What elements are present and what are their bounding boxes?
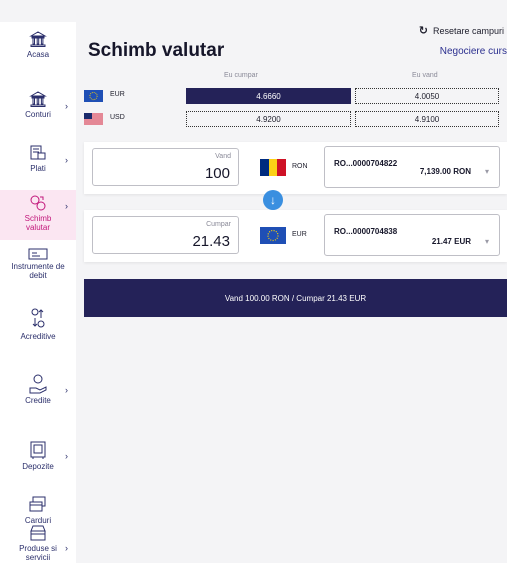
currency-code: USD bbox=[110, 114, 125, 121]
sell-rate-usd[interactable]: 4.9100 bbox=[355, 111, 499, 127]
buy-amount-input[interactable]: Cumpar 21.43 bbox=[92, 216, 239, 254]
sell-card: Vand 100 RON RO...0000704822 7,139.00 RO… bbox=[84, 142, 507, 194]
sidebar-item-credite[interactable]: Credite › bbox=[0, 374, 76, 414]
sidebar: Acasa Conturi › Plati › Schimb valutar ›… bbox=[0, 22, 76, 563]
sidebar-item-label: Produse si servicii bbox=[19, 544, 57, 562]
buy-amount-value: 21.43 bbox=[192, 233, 230, 250]
chevron-right-icon: › bbox=[65, 385, 68, 395]
swap-direction-button[interactable]: ↓ bbox=[263, 190, 283, 210]
rate-row-eur: EUR 4.6660 4.0050 bbox=[84, 88, 507, 104]
rate-row-usd: USD 4.9200 4.9100 bbox=[84, 111, 507, 127]
buy-card: Cumpar 21.43 EUR RO...0000704838 21.47 E… bbox=[84, 210, 507, 262]
sell-amount-value: 100 bbox=[204, 165, 230, 182]
sidebar-item-produse-servicii[interactable]: Produse si servicii › bbox=[0, 524, 76, 563]
buy-account-balance: 21.47 EUR bbox=[431, 237, 471, 246]
sidebar-item-label: Acreditive bbox=[20, 332, 56, 341]
sidebar-item-plati[interactable]: Plati › bbox=[0, 144, 76, 180]
sidebar-item-label: Plati bbox=[30, 164, 46, 173]
buy-rate-eur[interactable]: 4.6660 bbox=[186, 88, 351, 104]
sidebar-item-depozite[interactable]: Depozite › bbox=[0, 440, 76, 480]
letter-of-credit-icon bbox=[31, 308, 45, 328]
chevron-right-icon: › bbox=[65, 155, 68, 165]
products-icon bbox=[30, 525, 46, 541]
sidebar-item-acasa[interactable]: Acasa bbox=[0, 30, 76, 74]
sell-rate-eur[interactable]: 4.0050 bbox=[355, 88, 499, 104]
sell-rate-header: Eu vand bbox=[412, 72, 438, 79]
buy-amount-label: Cumpar bbox=[206, 221, 231, 228]
chevron-right-icon: › bbox=[65, 543, 68, 553]
chevron-down-icon: ▾ bbox=[484, 237, 489, 246]
sidebar-item-label: Acasa bbox=[26, 50, 50, 59]
sidebar-item-label: Schimb valutar bbox=[24, 214, 52, 232]
sell-account-balance: 7,139.00 RON bbox=[419, 167, 471, 176]
arrow-down-icon: ↓ bbox=[270, 193, 276, 207]
reset-label: Resetare campuri bbox=[432, 25, 504, 36]
sidebar-item-label: Credite bbox=[25, 396, 51, 405]
currency-code: EUR bbox=[110, 91, 125, 98]
credit-icon bbox=[29, 374, 47, 394]
confirm-exchange-button[interactable]: Vand 100.00 RON / Cumpar 21.43 EUR bbox=[84, 279, 507, 317]
chevron-down-icon: ▾ bbox=[484, 167, 489, 176]
payment-icon bbox=[30, 145, 46, 160]
ro-flag-icon bbox=[260, 159, 286, 176]
deposit-icon bbox=[30, 441, 46, 459]
sidebar-item-acreditive[interactable]: Acreditive bbox=[0, 308, 76, 348]
page-title: Schimb valutar bbox=[88, 40, 225, 61]
us-flag-icon bbox=[84, 113, 103, 125]
sidebar-item-label: Conturi bbox=[25, 110, 51, 119]
sell-currency: RON bbox=[292, 163, 308, 170]
chevron-right-icon: › bbox=[65, 451, 68, 461]
debit-instrument-icon bbox=[28, 248, 48, 260]
sell-amount-input[interactable]: Vand 100 bbox=[92, 148, 239, 186]
sell-account-number: RO...0000704822 bbox=[334, 159, 398, 168]
negotiate-rate-link[interactable]: Negociere curs bbox=[440, 46, 507, 57]
chevron-right-icon: › bbox=[65, 201, 68, 211]
bank-icon bbox=[29, 91, 47, 107]
reset-fields-button[interactable]: ↻ Resetare campuri bbox=[419, 24, 504, 37]
sidebar-item-label: Depozite bbox=[22, 462, 54, 471]
sidebar-item-schimb-valutar[interactable]: Schimb valutar › bbox=[0, 190, 76, 240]
buy-account-select[interactable]: RO...0000704838 21.47 EUR ▾ bbox=[324, 214, 500, 256]
card-icon bbox=[29, 496, 46, 512]
buy-rate-usd[interactable]: 4.9200 bbox=[186, 111, 351, 127]
buy-rate-header: Eu cumpar bbox=[224, 72, 258, 79]
bank-icon bbox=[29, 31, 47, 47]
chevron-right-icon: › bbox=[65, 101, 68, 111]
sidebar-item-conturi[interactable]: Conturi › bbox=[0, 90, 76, 126]
currency-exchange-icon bbox=[30, 195, 46, 211]
eu-flag-icon bbox=[84, 90, 103, 102]
sell-account-select[interactable]: RO...0000704822 7,139.00 RON ▾ bbox=[324, 146, 500, 188]
sidebar-item-label: Instrumente de debit bbox=[11, 262, 65, 280]
buy-currency: EUR bbox=[292, 231, 307, 238]
eu-flag-icon bbox=[260, 227, 286, 244]
refresh-icon: ↻ bbox=[418, 25, 428, 37]
sell-amount-label: Vand bbox=[215, 153, 231, 160]
buy-account-number: RO...0000704838 bbox=[334, 227, 398, 236]
sidebar-item-instrumente-debit[interactable]: Instrumente de debit bbox=[0, 248, 76, 288]
main-content: ↻ Resetare campuri Schimb valutar Negoci… bbox=[76, 0, 507, 563]
